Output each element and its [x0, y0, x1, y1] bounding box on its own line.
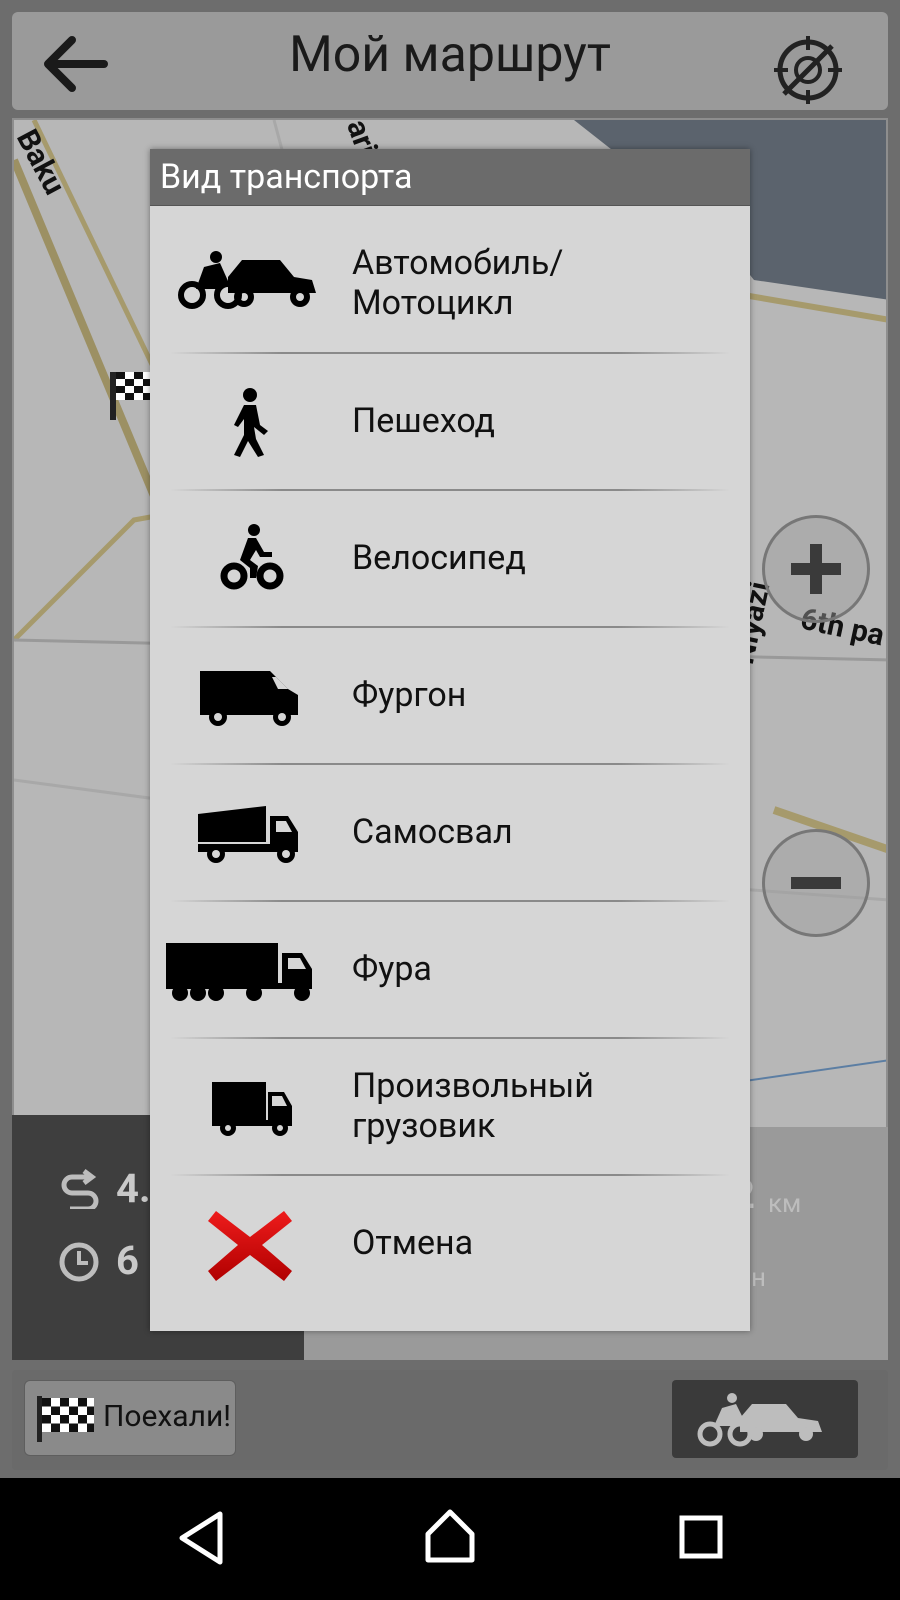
option-label-line1: Автомобиль/: [352, 243, 564, 283]
nav-home-icon[interactable]: [420, 1506, 480, 1566]
option-custom-truck[interactable]: Произвольный грузовик: [150, 1038, 750, 1175]
plus-icon: [791, 544, 841, 594]
app-root: Мой маршрут Baku ari Niyazi 6th pa 4. 6 …: [0, 0, 900, 1478]
option-bicycle[interactable]: Велосипед: [150, 490, 750, 627]
distance-unit: км: [768, 1189, 802, 1219]
zoom-in-button[interactable]: [762, 515, 870, 623]
dialog-title: Вид транспорта: [160, 157, 413, 197]
finish-flag-icon: [37, 1396, 94, 1442]
car-motorcycle-icon: [170, 215, 330, 352]
system-nav-bar: [0, 1478, 900, 1600]
option-label-line2: Мотоцикл: [352, 283, 514, 323]
option-label: Фура: [352, 949, 432, 989]
bicycle-icon: [170, 490, 330, 627]
nav-back-icon[interactable]: [172, 1508, 232, 1568]
cancel-icon: [170, 1175, 330, 1312]
go-button-label: Поехали!: [103, 1399, 232, 1434]
zoom-out-button[interactable]: [762, 829, 870, 937]
nav-recents-icon[interactable]: [670, 1508, 730, 1568]
car-motorcycle-icon: [697, 1393, 822, 1447]
option-label: Произвольный грузовик: [352, 1066, 594, 1146]
dump-truck-icon: [170, 764, 330, 901]
option-label-line1: Произвольный: [352, 1066, 594, 1106]
minus-icon: [791, 877, 841, 889]
gps-off-icon[interactable]: [772, 34, 844, 106]
option-label: Фургон: [352, 675, 467, 715]
page-title: Мой маршрут: [289, 26, 611, 84]
option-pedestrian[interactable]: Пешеход: [150, 353, 750, 490]
top-bar: Мой маршрут: [12, 12, 888, 110]
truck-icon: [170, 1038, 330, 1175]
distance-value: 4.: [116, 1165, 151, 1212]
van-icon: [170, 627, 330, 764]
semi-truck-icon: [156, 901, 316, 1038]
option-cancel[interactable]: Отмена: [150, 1175, 750, 1312]
option-van[interactable]: Фургон: [150, 627, 750, 764]
go-button[interactable]: Поехали!: [24, 1380, 236, 1456]
transport-mode-button[interactable]: [672, 1380, 858, 1458]
dialog-header: Вид транспорта: [150, 149, 750, 206]
option-label: Самосвал: [352, 812, 513, 852]
transport-dialog: Вид транспорта Автомобиль/ Мотоцикл Пеше…: [150, 149, 750, 1331]
option-label: Пешеход: [352, 401, 496, 441]
option-label-line2: грузовик: [352, 1106, 496, 1146]
option-label: Автомобиль/ Мотоцикл: [352, 243, 563, 323]
route-distance-icon: [61, 1169, 99, 1209]
option-label: Велосипед: [352, 538, 526, 578]
option-semi-truck[interactable]: Фура: [150, 901, 750, 1038]
option-dump-truck[interactable]: Самосвал: [150, 764, 750, 901]
pedestrian-icon: [170, 353, 330, 490]
option-label: Отмена: [352, 1223, 474, 1263]
option-car-motorcycle[interactable]: Автомобиль/ Мотоцикл: [150, 215, 750, 352]
time-value: 6: [116, 1237, 139, 1284]
bottom-bar: Поехали!: [12, 1370, 888, 1470]
clock-icon: [59, 1242, 99, 1282]
